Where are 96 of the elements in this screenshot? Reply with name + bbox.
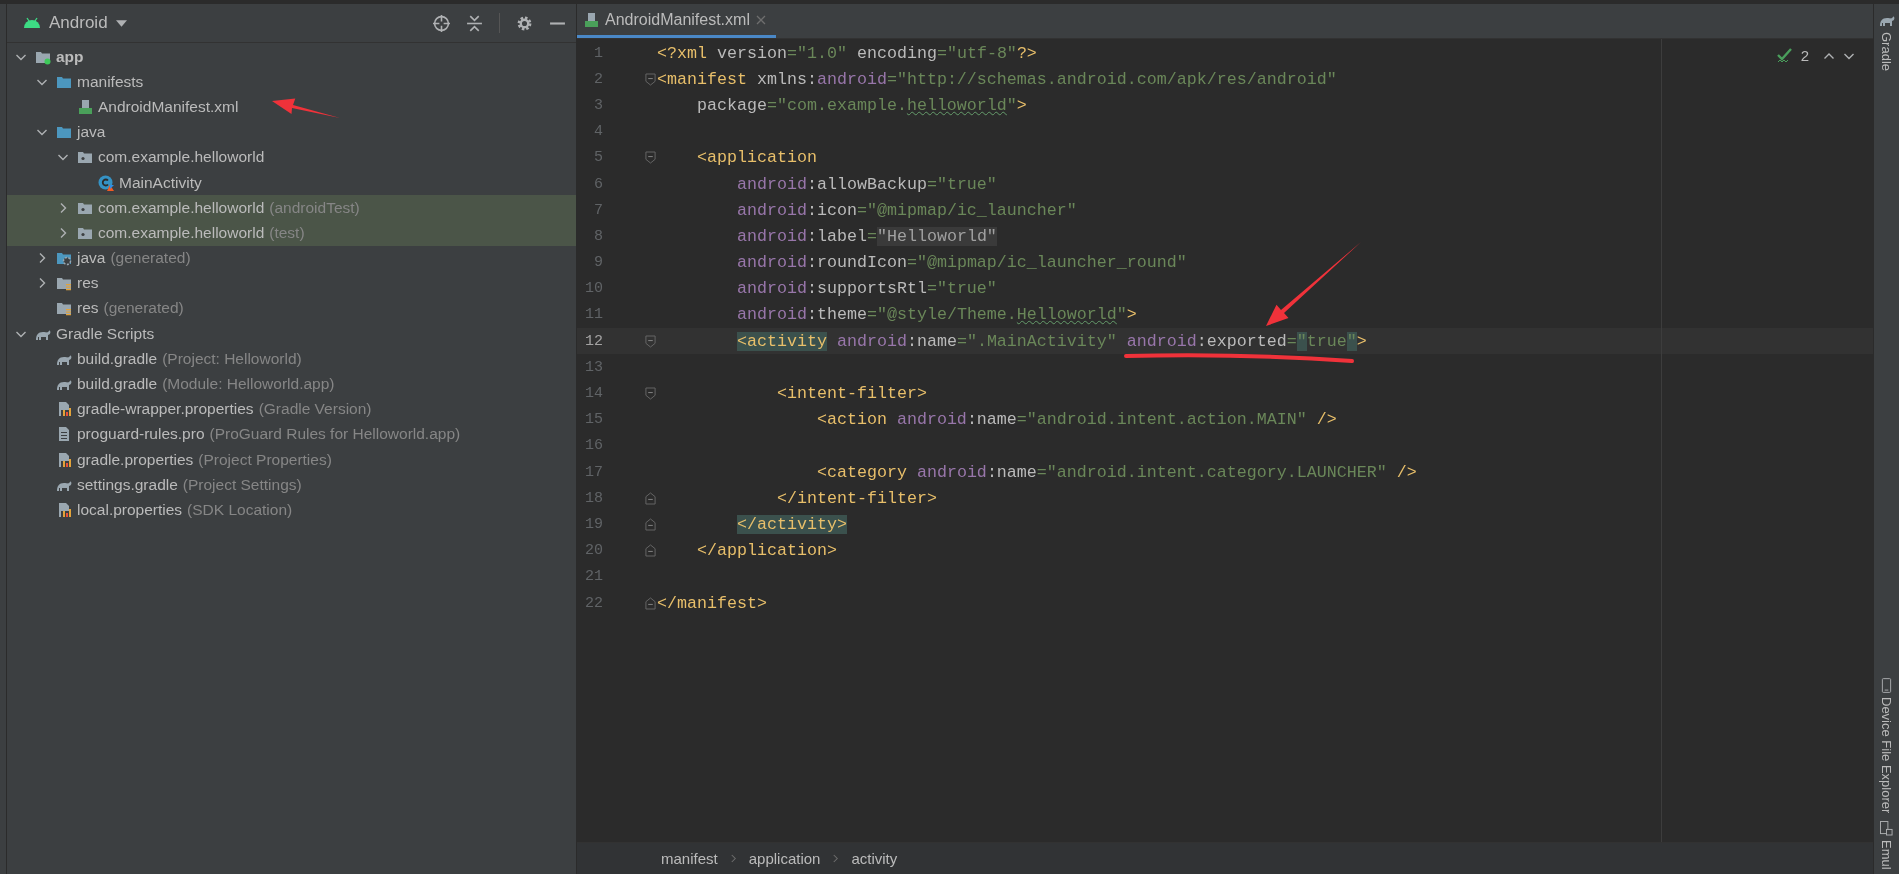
tree-item[interactable]: gradle.properties (Project Properties) [7,447,576,473]
resource-folder-icon [56,275,72,292]
crosshair-icon[interactable] [433,14,450,32]
fold-marker-icon[interactable] [645,517,656,531]
tree-item[interactable]: AndroidManifest.xml [7,94,576,120]
device-icon [1880,821,1893,837]
code-line: android:allowBackup="true" [736,174,997,194]
line-number: 3 [593,96,603,114]
line-number: 10 [584,280,603,298]
line-number: 9 [593,254,603,272]
fold-marker-icon[interactable] [645,491,656,505]
chevron-right-icon [729,854,737,863]
fold-marker-icon[interactable] [645,72,656,86]
code-line: android:roundIcon="@mipmap/ic_launcher_round" [736,253,1187,273]
line-number: 5 [593,149,603,167]
code-line: </manifest> [657,593,767,613]
code-line: <?xml version="1.0" encoding="utf-8"?> [657,43,1037,63]
tree-item[interactable]: proguard-rules.pro (ProGuard Rules for Helloworld.app) [7,421,576,447]
fold-marker-icon[interactable] [645,151,656,165]
code-line: android:icon="@mipmap/ic_launcher" [736,200,1077,220]
code-line: package="com.example.helloworld"> [697,95,1027,115]
breadcrumb-item[interactable]: application [748,850,821,867]
properties-file-icon [56,401,72,418]
tree-item[interactable]: app [7,44,576,70]
fold-marker-icon[interactable] [645,544,656,558]
package-folder-icon [77,149,93,166]
phone-icon [1881,678,1892,694]
class-icon [98,174,114,191]
tree-item[interactable]: java [7,119,576,145]
line-number: 2 [593,70,603,88]
code-line: <action android:name="android.intent.action.MAIN" /> [816,410,1337,430]
chevron-right-icon [832,854,840,863]
code-line: android:supportsRtl="true" [736,279,997,299]
manifest-file-icon [77,98,93,115]
tool-window-button[interactable]: Gradle [1878,8,1895,76]
line-number: 12 [584,332,603,350]
line-number: 19 [584,515,603,533]
tool-window-button[interactable]: Emul [1879,817,1894,874]
tree-item[interactable]: Gradle Scripts [7,321,576,347]
code-line: <activity android:name=".MainActivity" android:exported="true"> [736,331,1367,351]
tree-item[interactable]: res [7,270,576,296]
properties-file-icon [56,451,72,468]
problem-count: 2 [1800,47,1809,64]
line-number: 8 [593,227,603,245]
code-line: <manifest xmlns:android="http://schemas.android.com/apk/res/android" [657,69,1337,89]
collapse-all-icon[interactable] [466,14,483,32]
tree-item[interactable]: local.properties (SDK Location) [7,497,576,523]
code-line: android:label="Helloworld" [736,226,997,246]
check-icon[interactable] [1776,47,1793,64]
folder-icon [56,124,72,141]
line-number: 21 [584,568,603,586]
line-number: 6 [593,175,603,193]
code-line: <category android:name="android.intent.category.LAUNCHER" /> [816,462,1417,482]
tree-item[interactable]: com.example.helloworld (test) [7,220,576,246]
tree-item[interactable]: gradle-wrapper.properties (Gradle Version) [7,396,576,422]
tree-item[interactable]: java (generated) [7,245,576,271]
line-number: 15 [584,411,603,429]
fold-marker-icon[interactable] [645,387,656,401]
line-number: 22 [584,594,603,612]
tree-item[interactable]: com.example.helloworld [7,144,576,170]
line-number: 7 [593,201,603,219]
tool-window-button[interactable]: Device File Explorer [1879,674,1894,818]
line-number: 17 [584,463,603,481]
text-file-icon [56,426,72,443]
fold-marker-icon[interactable] [645,596,656,610]
line-number: 13 [584,358,603,376]
tree-item[interactable]: res (generated) [7,295,576,322]
settings-icon[interactable] [516,14,533,32]
code-line: <intent-filter> [776,384,927,404]
tree-item[interactable]: settings.gradle (Project Settings) [7,472,576,498]
view-selector[interactable]: Android [19,11,131,35]
line-number: 14 [584,385,603,403]
generated-folder-icon [56,250,72,267]
line-number: 1 [593,44,603,62]
tree-item[interactable]: build.gradle (Module: Helloworld.app) [7,371,576,397]
code-line: </intent-filter> [776,488,937,508]
fold-marker-icon[interactable] [645,334,656,348]
line-number: 18 [584,489,603,507]
manifest-file-icon [583,11,599,28]
line-number: 4 [593,123,603,141]
breadcrumb-item[interactable]: manifest [661,850,718,867]
resource-folder-icon [56,300,72,317]
tree-item[interactable]: build.gradle (Project: Helloworld) [7,346,576,372]
line-number: 11 [584,306,603,324]
dropdown-caret-icon [115,19,127,27]
code-line: </application> [697,541,837,561]
line-number: 16 [584,437,603,455]
code-line: android:theme="@style/Theme.Helloworld"> [736,305,1137,325]
breadcrumb-item[interactable]: activity [851,850,898,867]
android-icon [23,17,41,29]
line-number: 20 [584,542,603,560]
tree-item[interactable]: manifests [7,69,576,95]
properties-file-icon [56,501,72,518]
tree-item[interactable]: MainActivity [7,169,576,196]
code-line: <application [697,148,817,168]
tree-item[interactable]: com.example.helloworld (androidTest) [7,195,576,221]
